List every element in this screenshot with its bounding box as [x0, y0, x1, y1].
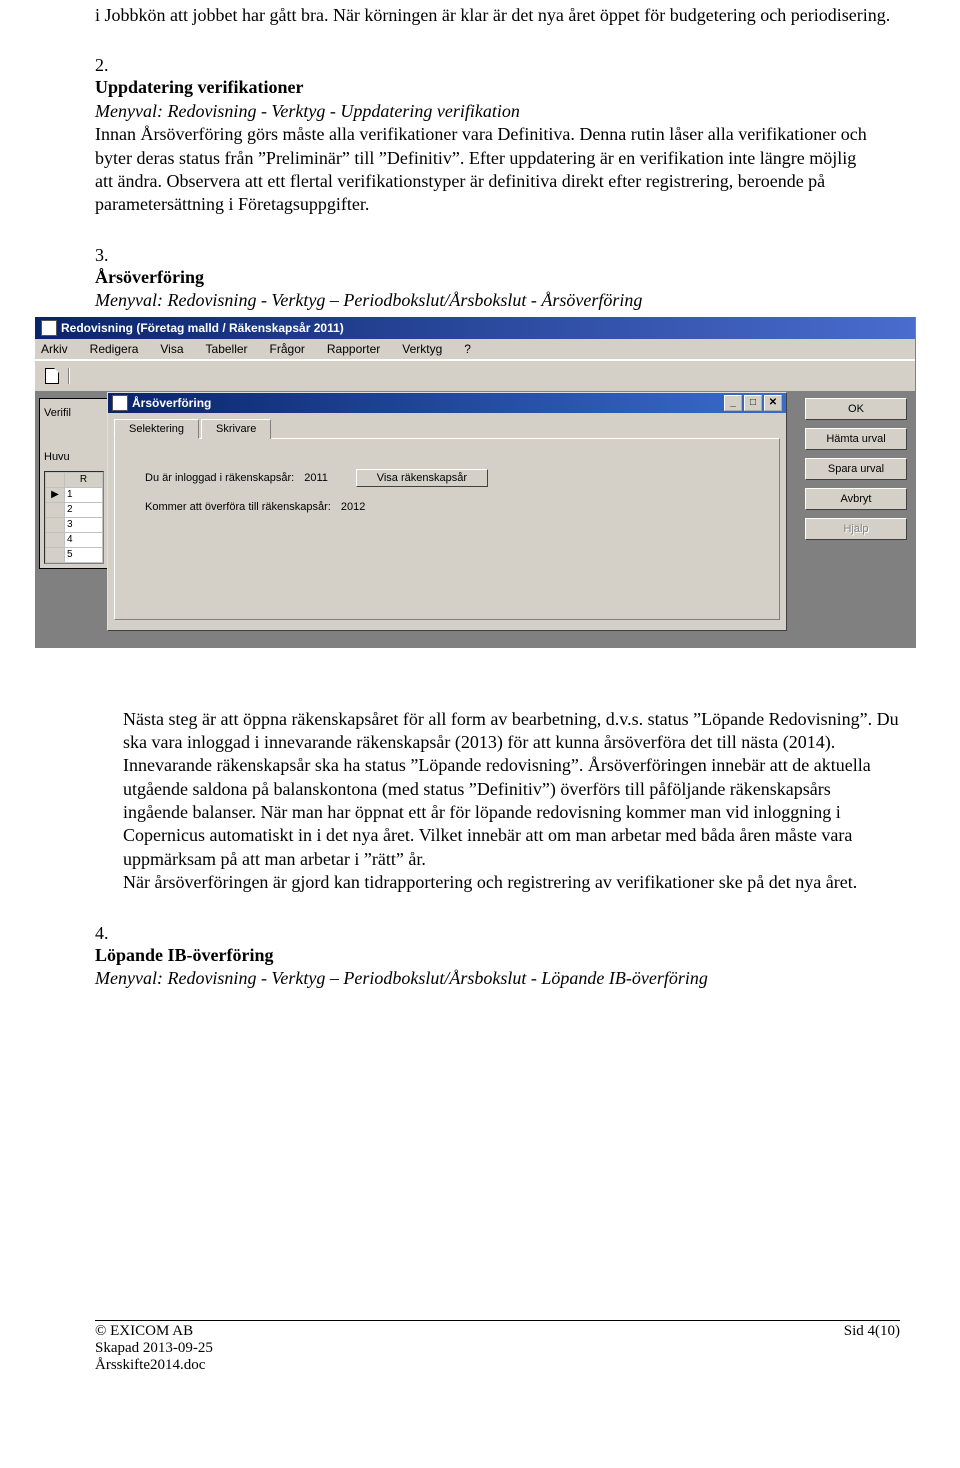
menu-tabeller[interactable]: Tabeller — [202, 341, 252, 357]
menu-help[interactable]: ? — [460, 341, 475, 357]
heading-lopande-ib: Löpande IB-överföring — [95, 945, 274, 965]
avbryt-button[interactable]: Avbryt — [805, 488, 907, 510]
app-menubar: Arkiv Redigera Visa Tabeller Frågor Rapp… — [35, 339, 915, 360]
heading-arsoverforing: Årsöverföring — [95, 267, 204, 287]
app-toolbar — [35, 360, 915, 392]
window-icon — [112, 395, 128, 411]
logged-in-year-label: Du är inloggad i räkenskapsår: — [145, 472, 294, 484]
grid-row: 5 — [65, 547, 103, 562]
tab-panel: Du är inloggad i räkenskapsår: 2011 Visa… — [114, 438, 780, 620]
back-label-huvu: Huvu — [44, 451, 104, 463]
hjalp-button[interactable]: Hjälp — [805, 518, 907, 540]
after-text-2: När årsöverföringen är gjord kan tidrapp… — [123, 872, 857, 892]
transfer-to-year-label: Kommer att överföra till räkenskapsår: — [145, 501, 331, 513]
app-title: Redovisning (Företag malld / Räkenskapså… — [61, 321, 344, 335]
menu-rapporter[interactable]: Rapporter — [323, 341, 384, 357]
app-screenshot: Redovisning (Företag malld / Räkenskapså… — [35, 317, 916, 648]
grid-header: R — [65, 472, 103, 487]
menyval-2: Menyval: Redovisning - Verktyg - Uppdate… — [95, 101, 520, 121]
ok-button[interactable]: OK — [805, 398, 907, 420]
app-titlebar: Redovisning (Företag malld / Räkenskapså… — [35, 317, 915, 339]
grid-row: 2 — [65, 502, 103, 517]
background-window: Verifil Huvu R ▶1 2 3 4 5 — [39, 398, 109, 569]
menyval-4: Menyval: Redovisning - Verktyg – Periodb… — [95, 968, 708, 988]
maximize-icon[interactable]: □ — [744, 395, 762, 411]
close-icon[interactable]: ✕ — [764, 395, 782, 411]
footer-copyright: © EXICOM AB — [95, 1323, 213, 1340]
arsoverforing-window: Årsöverföring _ □ ✕ Selektering Skrivare… — [107, 392, 787, 631]
body-2: Innan Årsöverföring görs måste alla veri… — [95, 124, 867, 214]
after-text-1: Nästa steg är att öppna räkenskapsåret f… — [123, 709, 899, 869]
footer-file: Årsskifte2014.doc — [95, 1357, 213, 1374]
footer-page: Sid 4(10) — [844, 1323, 900, 1374]
side-button-panel: OK Hämta urval Spara urval Avbryt Hjälp — [805, 398, 907, 540]
list-num-2: 2. — [95, 55, 123, 76]
menu-redigera[interactable]: Redigera — [86, 341, 143, 357]
innerwin-title-text: Årsöverföring — [132, 396, 211, 410]
transfer-to-year-value: 2012 — [341, 501, 365, 513]
page-footer: © EXICOM AB Skapad 2013-09-25 Årsskifte2… — [95, 1320, 900, 1374]
menu-verktyg[interactable]: Verktyg — [398, 341, 446, 357]
menu-visa[interactable]: Visa — [156, 341, 187, 357]
heading-uppdatering: Uppdatering verifikationer — [95, 77, 304, 97]
back-label-verifil: Verifil — [44, 407, 104, 419]
visa-rakenskapsar-button[interactable]: Visa räkenskapsår — [356, 469, 488, 487]
footer-skapad: Skapad 2013-09-25 — [95, 1340, 213, 1357]
list-num-4: 4. — [95, 923, 123, 944]
tab-skrivare[interactable]: Skrivare — [201, 419, 271, 439]
grid-row: 4 — [65, 532, 103, 547]
menyval-3: Menyval: Redovisning - Verktyg – Periodb… — [95, 290, 642, 310]
menu-fragor[interactable]: Frågor — [266, 341, 309, 357]
tab-selektering[interactable]: Selektering — [114, 419, 199, 439]
grid-row: 3 — [65, 517, 103, 532]
minimize-icon[interactable]: _ — [724, 395, 742, 411]
grid-row: 1 — [65, 487, 103, 502]
list-num-3: 3. — [95, 245, 123, 266]
background-grid: R ▶1 2 3 4 5 — [44, 471, 104, 564]
spara-urval-button[interactable]: Spara urval — [805, 458, 907, 480]
document-icon — [45, 368, 59, 384]
app-icon — [41, 320, 57, 336]
toolbar-new-button[interactable] — [39, 364, 65, 388]
hamta-urval-button[interactable]: Hämta urval — [805, 428, 907, 450]
logged-in-year-value: 2011 — [304, 472, 328, 484]
menu-arkiv[interactable]: Arkiv — [37, 341, 72, 357]
intro-text: i Jobbkön att jobbet har gått bra. När k… — [95, 4, 900, 27]
